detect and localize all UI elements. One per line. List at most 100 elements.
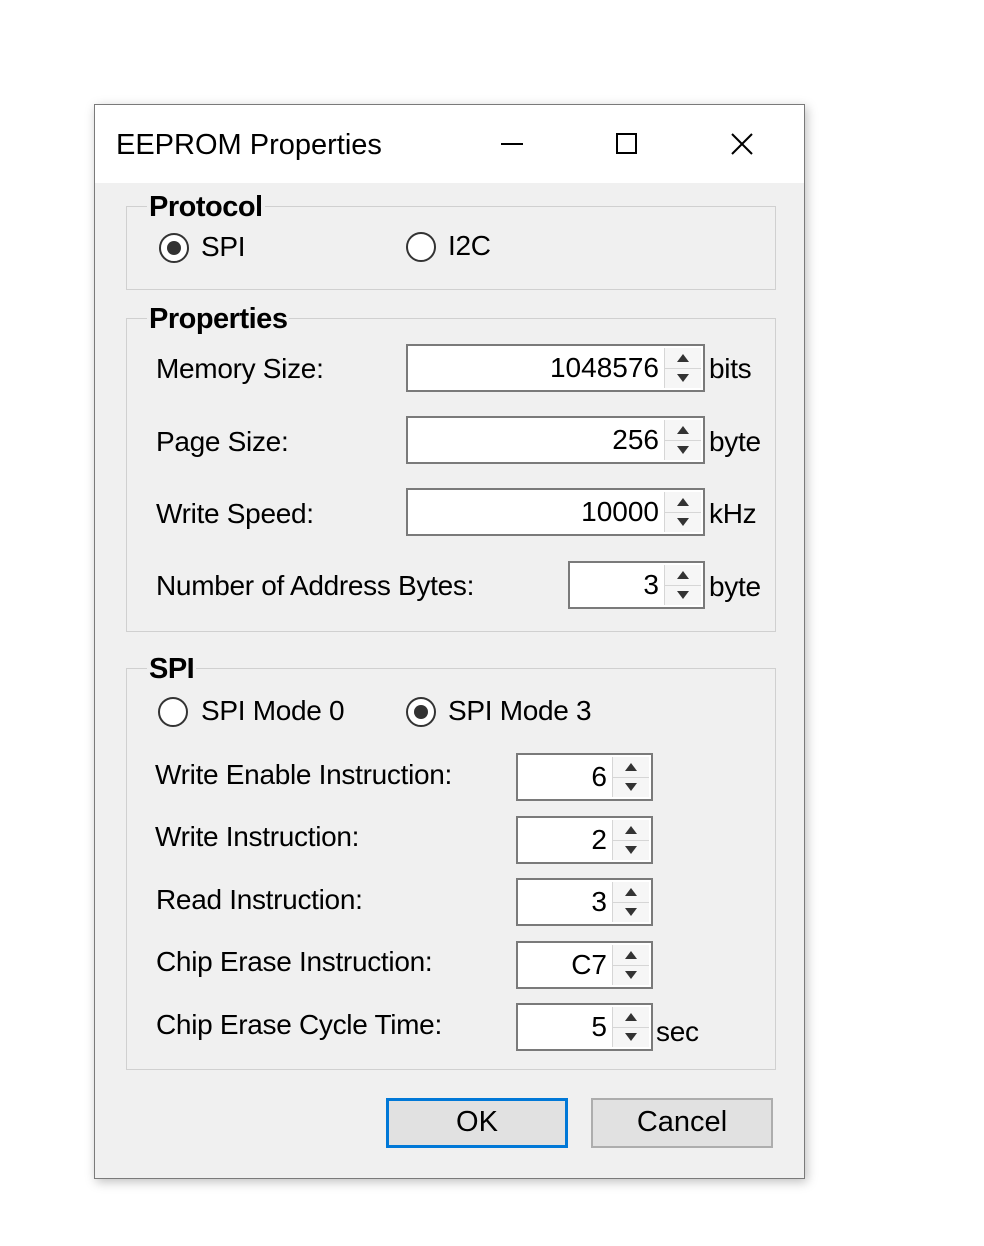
radio-spi-mode-3[interactable] xyxy=(406,697,436,727)
radio-spi-mode-0-label[interactable]: SPI Mode 0 xyxy=(201,695,345,727)
read-instruction-value[interactable]: 3 xyxy=(591,886,607,918)
stepper-down-button[interactable] xyxy=(613,777,649,797)
chip-erase-label: Chip Erase Instruction: xyxy=(156,946,433,977)
arrow-up-icon xyxy=(625,888,637,896)
stepper-up-button[interactable] xyxy=(613,820,649,841)
stepper-up-button[interactable] xyxy=(613,757,649,778)
write-speed-label: Write Speed: xyxy=(156,498,314,529)
stepper-arrows xyxy=(664,565,701,605)
arrow-up-icon xyxy=(625,763,637,771)
address-bytes-stepper[interactable]: 3 xyxy=(568,561,705,609)
radio-spi-mode-0[interactable] xyxy=(158,697,188,727)
close-button[interactable] xyxy=(686,105,798,183)
address-bytes-value[interactable]: 3 xyxy=(643,569,659,601)
maximize-icon xyxy=(616,133,637,154)
stepper-arrows xyxy=(612,757,649,797)
write-enable-stepper[interactable]: 6 xyxy=(516,753,653,801)
memory-size-stepper[interactable]: 1048576 xyxy=(406,344,705,392)
stepper-up-button[interactable] xyxy=(665,565,701,586)
chip-erase-time-label: Chip Erase Cycle Time: xyxy=(156,1009,442,1040)
write-instruction-label: Write Instruction: xyxy=(155,821,360,852)
arrow-down-icon xyxy=(677,518,689,526)
stepper-arrows xyxy=(664,492,701,532)
page-size-label: Page Size: xyxy=(156,426,289,457)
arrow-down-icon xyxy=(625,971,637,979)
arrow-down-icon xyxy=(625,1033,637,1041)
stepper-down-button[interactable] xyxy=(613,1027,649,1047)
arrow-up-icon xyxy=(677,354,689,362)
radio-i2c-label[interactable]: I2C xyxy=(448,230,491,262)
radio-i2c[interactable] xyxy=(406,232,436,262)
page-size-unit: byte xyxy=(709,426,761,457)
stepper-up-button[interactable] xyxy=(665,420,701,441)
stepper-arrows xyxy=(612,820,649,860)
radio-selected-dot xyxy=(167,241,181,255)
spi-group-label: SPI xyxy=(147,653,197,686)
arrow-down-icon xyxy=(625,783,637,791)
radio-spi-mode-3-label[interactable]: SPI Mode 3 xyxy=(448,695,592,727)
arrow-down-icon xyxy=(677,374,689,382)
title-bar[interactable]: EEPROM Properties xyxy=(95,105,804,183)
radio-selected-dot xyxy=(414,705,428,719)
cancel-button[interactable]: Cancel xyxy=(591,1098,773,1148)
radio-spi[interactable] xyxy=(159,233,189,263)
arrow-down-icon xyxy=(677,446,689,454)
read-instruction-label: Read Instruction: xyxy=(156,884,363,915)
address-bytes-unit: byte xyxy=(709,571,761,602)
stepper-down-button[interactable] xyxy=(613,965,649,985)
write-enable-value[interactable]: 6 xyxy=(591,761,607,793)
write-enable-label: Write Enable Instruction: xyxy=(155,759,453,790)
eeprom-properties-dialog: EEPROM Properties Protocol SPI I2C Prope… xyxy=(94,104,805,1179)
write-instruction-stepper[interactable]: 2 xyxy=(516,816,653,864)
page-size-stepper[interactable]: 256 xyxy=(406,416,705,464)
arrow-down-icon xyxy=(625,846,637,854)
properties-group-label: Properties xyxy=(147,303,290,336)
write-speed-value[interactable]: 10000 xyxy=(581,496,659,528)
radio-spi-label[interactable]: SPI xyxy=(201,231,246,263)
write-instruction-value[interactable]: 2 xyxy=(591,824,607,856)
arrow-up-icon xyxy=(625,826,637,834)
stepper-up-button[interactable] xyxy=(665,492,701,513)
chip-erase-stepper[interactable]: C7 xyxy=(516,941,653,989)
stepper-down-button[interactable] xyxy=(665,368,701,388)
memory-size-value[interactable]: 1048576 xyxy=(550,352,659,384)
close-icon xyxy=(731,133,753,155)
window-title: EEPROM Properties xyxy=(116,129,382,161)
stepper-down-button[interactable] xyxy=(665,440,701,460)
read-instruction-stepper[interactable]: 3 xyxy=(516,878,653,926)
stepper-arrows xyxy=(612,945,649,985)
write-speed-stepper[interactable]: 10000 xyxy=(406,488,705,536)
write-speed-unit: kHz xyxy=(709,498,757,529)
stepper-arrows xyxy=(664,420,701,460)
stepper-up-button[interactable] xyxy=(613,945,649,966)
ok-button[interactable]: OK xyxy=(386,1098,568,1148)
chip-erase-time-value[interactable]: 5 xyxy=(591,1011,607,1043)
memory-size-unit: bits xyxy=(709,353,752,384)
address-bytes-label: Number of Address Bytes: xyxy=(156,570,475,601)
stepper-up-button[interactable] xyxy=(613,1007,649,1028)
page-size-value[interactable]: 256 xyxy=(612,424,659,456)
stepper-arrows xyxy=(664,348,701,388)
chip-erase-time-unit: sec xyxy=(656,1016,699,1047)
minimize-icon xyxy=(501,143,523,145)
stepper-up-button[interactable] xyxy=(665,348,701,369)
chip-erase-value[interactable]: C7 xyxy=(571,949,607,981)
stepper-up-button[interactable] xyxy=(613,882,649,903)
stepper-down-button[interactable] xyxy=(613,840,649,860)
memory-size-label: Memory Size: xyxy=(156,353,324,384)
minimize-button[interactable] xyxy=(456,105,568,183)
arrow-down-icon xyxy=(625,908,637,916)
stepper-arrows xyxy=(612,882,649,922)
arrow-up-icon xyxy=(677,426,689,434)
stepper-down-button[interactable] xyxy=(665,512,701,532)
arrow-up-icon xyxy=(677,571,689,579)
stepper-arrows xyxy=(612,1007,649,1047)
arrow-up-icon xyxy=(625,951,637,959)
arrow-up-icon xyxy=(625,1013,637,1021)
protocol-group-label: Protocol xyxy=(147,191,265,224)
arrow-down-icon xyxy=(677,591,689,599)
stepper-down-button[interactable] xyxy=(665,585,701,605)
chip-erase-time-stepper[interactable]: 5 xyxy=(516,1003,653,1051)
maximize-button[interactable] xyxy=(571,105,683,183)
stepper-down-button[interactable] xyxy=(613,902,649,922)
